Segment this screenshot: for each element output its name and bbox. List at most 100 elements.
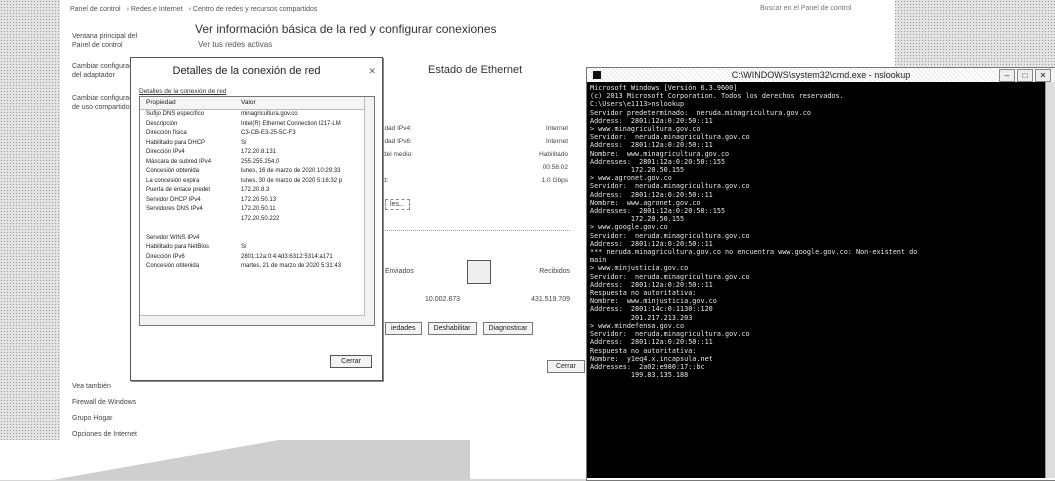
cmd-line: (c) 2013 Microsoft Corporation. Todos lo… [590,92,844,101]
page-subtitle: Ver tus redes activas [198,40,273,49]
table-row[interactable]: Dirección física C3-CB-E3-25-5C-F3 [140,129,374,139]
column-header-value[interactable]: Valor [241,97,256,109]
value-cell: 255.255.254.0 [241,158,280,165]
cmd-line: Servidor: neruda.minagricultura.gov.co [590,272,750,281]
cmd-line: Addresses: 2a02:e980:17::bc [590,362,705,371]
info-label: del medio: [383,151,413,158]
cmd-line: Nombre: www.minjusticia.gov.co [590,297,717,306]
window-controls: – □ ✕ [999,69,1051,82]
table-row[interactable]: Dirección IPv4 172.20.8.131 [140,148,374,158]
ethernet-connection-info: idad IPv4: Internet idad IPv6: Internet de… [383,125,568,190]
details-label: Detalles de la conexión de red [139,88,227,95]
property-cell: Habilitado para NetBios [146,244,210,250]
cmd-line: Address: 2801:12a:0:20:50::11 [590,141,713,150]
property-cell [140,215,241,225]
sidebar-item-home[interactable]: Ventana principal del Panel de control [72,32,144,50]
properties-button[interactable]: iedades [385,322,422,335]
table-row[interactable]: Descripción Intel(R) Ethernet Connection … [140,120,374,130]
page-title: Ver información básica de la red y confi… [195,22,497,36]
property-cell: Sufijo DNS específico [146,111,205,117]
cmd-line: Address: 2801:14c:0:1130::120 [590,305,713,314]
value-cell: 172.20.50.11 [241,206,276,212]
dialog-close-button[interactable]: Cerrar [330,355,372,368]
cmd-line: Address: 2801:12a:0:20:50::11 [590,190,713,199]
minimize-icon[interactable]: – [999,69,1015,82]
property-cell: Máscara de subred IPv4 [146,158,212,165]
cmd-line: Respuesta no autoritativa: [590,289,697,298]
table-row[interactable]: Concesión obtenida martes, 21 de marzo de… [140,262,374,272]
table-row[interactable]: Máscara de subred IPv4 255.255.254.0 [140,158,374,168]
cmd-line: *** neruda.minagricultura.gov.co no encu… [590,248,918,257]
cmd-line: Address: 2801:12a:0:20:50::11 [590,116,713,125]
table-row[interactable]: Dirección IPv6 2801:12a:0:4:4d3:6312:5314… [140,253,374,263]
cmd-line: Address: 2801:12a:0:20:50::11 [590,338,713,347]
info-label: idad IPv6: [383,138,412,145]
disable-button[interactable]: Deshabilitar [427,322,477,335]
table-row[interactable]: Puerta de enlace predet 172.20.8.3 [140,186,374,196]
breadcrumb-item[interactable]: Centro de redes y recursos compartidos [193,6,318,13]
table-row[interactable]: Habilitado para NetBios Sí [140,243,374,253]
value-cell: C3-CB-E3-25-5C-F3 [241,130,296,136]
cmd-line: Microsoft Windows [Versión 6.3.9600] [590,84,738,92]
horizontal-scrollbar[interactable] [140,315,365,325]
maximize-icon[interactable]: □ [1017,69,1033,82]
table-row[interactable]: Servidor WINS IPv4 [140,234,374,244]
ethernet-close-button[interactable]: Cerrar [547,360,585,373]
close-icon[interactable]: ✕ [1035,69,1051,82]
table-row[interactable]: Servidores DNS IPv4 172.20.50.11 [140,205,374,215]
cmd-line: main [590,256,607,265]
info-row: 00:56:02 [383,164,568,177]
cmd-line: Nombre: www.minagricultura.gov.co [590,149,730,158]
property-cell: Puerta de enlace predet [146,187,211,193]
property-cell: Dirección física [146,130,187,136]
search-input[interactable]: Buscar en el Panel de control [760,5,875,17]
cmd-line: > www.minjusticia.gov.co [590,264,689,273]
value-cell: Intel(R) Ethernet Connection I217-LM [241,120,341,127]
property-cell: Dirección IPv6 [146,253,185,260]
sidebar-item-internet-options[interactable]: Opciones de Internet [72,430,144,439]
breadcrumb-item[interactable]: Redes e Internet [131,6,183,13]
sent-label: Enviados [385,268,414,275]
cmd-titlebar[interactable]: C:\WINDOWS\system32\cmd.exe - nslookup –… [587,68,1055,82]
close-icon[interactable]: ✕ [368,58,376,84]
breadcrumb-item[interactable]: Panel de control [70,6,121,13]
cmd-scrollbar[interactable] [1045,82,1055,478]
cmd-output[interactable]: Microsoft Windows [Versión 6.3.9600] (c) … [587,82,1045,478]
table-row[interactable] [140,224,374,234]
table-row[interactable]: 172.20.50.222 [140,215,374,225]
cmd-line: Servidor predeterminado: neruda.minagric… [590,108,811,117]
value-cell: 2801:12a:0:4:4d3:6312:5314:a171 [241,253,333,260]
details-button[interactable]: les... [385,199,410,210]
vertical-scrollbar[interactable] [364,97,374,325]
details-listview[interactable]: Propiedad Valor Sufijo DNS específico min… [139,96,375,326]
cmd-line: Address: 2801:12a:0:20:50::11 [590,239,713,248]
info-row: idad IPv4: Internet [383,125,568,138]
diagnose-button[interactable]: Diagnosticar [482,322,534,335]
cmd-line: Respuesta no autoritativa: [590,346,697,355]
table-row[interactable]: Habilitado para DHCP Sí [140,139,374,149]
info-value: 00:56:02 [542,164,568,171]
value-cell: lunes, 16 de marzo de 2020 10:29:33 [241,168,341,174]
sidebar-item-homegroup[interactable]: Grupo Hogar [72,414,144,423]
info-value: Habilitado [539,151,568,158]
cmd-line: 199.83.135.188 [590,371,689,380]
table-row[interactable]: Concesión obtenida lunes, 16 de marzo de … [140,167,374,177]
info-value: 1.0 Gbps [541,177,568,184]
table-row[interactable]: La concesión expira lunes, 30 de marzo de… [140,177,374,187]
property-cell: Concesión obtenida [146,263,200,269]
cmd-line: Servidor: neruda.minagricultura.gov.co [590,133,750,142]
property-cell [140,224,241,234]
column-header-property[interactable]: Propiedad [140,97,241,109]
cmd-line: Servidor: neruda.minagricultura.gov.co [590,330,750,339]
value-cell: Sí [241,139,247,146]
sidebar-item-firewall[interactable]: Firewall de Windows [72,398,144,407]
cmd-line: C:\Users\e1113>nslookup [590,100,685,109]
divider [385,230,570,231]
table-row[interactable]: Servidor DHCP IPv4 172.20.50.13 [140,196,374,206]
cmd-line: Address: 2801:12a:0:20:50::11 [590,280,713,289]
value-cell: minagricultura.gov.co [241,111,298,117]
dialog-title: Detalles de la conexión de red ✕ [131,58,382,84]
table-row[interactable]: Sufijo DNS específico minagricultura.gov.… [140,110,374,120]
value-cell: 172.20.8.3 [241,187,270,193]
cmd-line: Servidor: neruda.minagricultura.gov.co [590,182,750,191]
